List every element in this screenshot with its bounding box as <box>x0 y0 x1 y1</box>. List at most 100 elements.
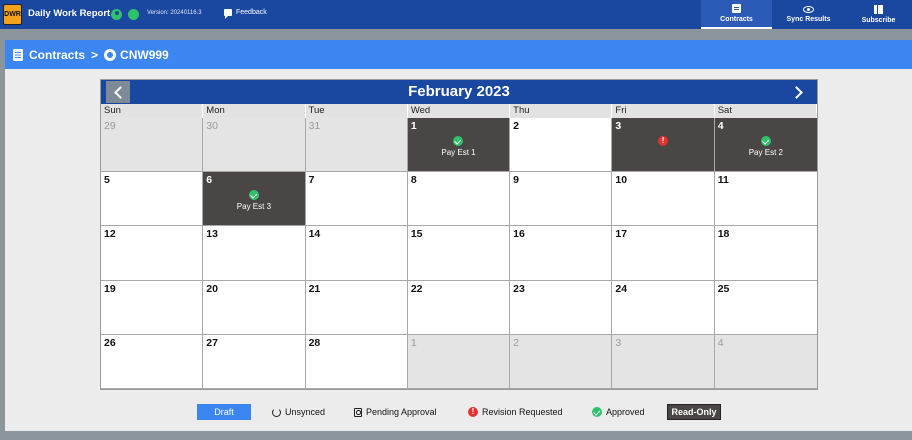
app-title: Daily Work Report <box>28 8 111 19</box>
status-legend: Draft Unsynced Pending Approval ! Revisi… <box>0 402 912 422</box>
day-number: 11 <box>717 174 729 187</box>
weekday-label: Wed <box>408 104 511 118</box>
day-number: 20 <box>206 282 218 295</box>
tab-sync-results[interactable]: Sync Results <box>772 0 845 29</box>
user-icon[interactable] <box>111 9 122 20</box>
calendar-day-cell[interactable]: 20 <box>203 280 306 335</box>
calendar-day-cell[interactable]: 19 <box>101 280 204 335</box>
legend-unsynced: Unsynced <box>272 404 325 420</box>
version-label: Version: 20240116.3 <box>147 10 202 16</box>
calendar-day-cell[interactable]: 9 <box>510 172 613 227</box>
legend-read-only: Read-Only <box>667 404 721 420</box>
day-number: 19 <box>104 282 116 295</box>
day-number: 12 <box>104 228 116 241</box>
day-number: 4 <box>717 336 724 349</box>
day-number: 4 <box>717 120 724 132</box>
breadcrumb-contracts-link[interactable]: Contracts <box>29 48 85 62</box>
day-number: 8 <box>410 174 417 187</box>
check-circle-icon <box>453 136 464 146</box>
feedback-link[interactable]: Feedback <box>224 9 267 19</box>
next-month-button[interactable] <box>787 81 809 103</box>
chevron-right-icon <box>789 85 803 99</box>
day-number: 18 <box>717 228 730 241</box>
calendar-day-cell[interactable]: 10 <box>612 172 715 227</box>
calendar-day-cell[interactable]: 12 <box>101 226 204 281</box>
calendar-day-cell[interactable]: 3! <box>612 118 715 173</box>
calendar-day-cell[interactable]: 22 <box>407 280 511 335</box>
day-number: 30 <box>206 120 218 132</box>
day-number: 7 <box>308 174 315 187</box>
calendar-day-cell[interactable]: 11 <box>714 172 817 227</box>
breadcrumb: Contracts > CNW999 <box>5 40 912 69</box>
calendar-day-cell[interactable]: 21 <box>305 280 408 335</box>
day-number: 27 <box>206 336 218 349</box>
legend-approved-label: Approved <box>606 407 645 417</box>
calendar-day-cell[interactable]: 25 <box>714 280 817 335</box>
app-logo: DWR <box>3 4 22 25</box>
document-icon <box>732 4 741 13</box>
calendar-day-cell[interactable]: 1 <box>407 334 511 389</box>
calendar-day-cell[interactable]: 4 <box>714 334 817 389</box>
check-circle-icon <box>760 136 771 146</box>
legend-draft: Draft <box>197 404 251 420</box>
calendar-day-cell[interactable]: 2 <box>510 334 613 389</box>
legend-unsynced-label: Unsynced <box>285 407 326 417</box>
sync-icon <box>272 407 281 417</box>
top-app-bar: DWR Daily Work Report Version: 20240116.… <box>0 0 912 29</box>
calendar-day-cell[interactable]: 6 Pay Est 3 <box>203 172 306 227</box>
day-number: 29 <box>104 120 116 132</box>
calendar-day-cell[interactable]: 4 Pay Est 2 <box>714 118 817 173</box>
day-number: 1 <box>410 120 417 132</box>
day-number: 17 <box>615 228 628 241</box>
legend-readonly-label: Read-Only <box>671 407 717 417</box>
legend-approved: Approved <box>592 404 645 420</box>
pending-review-icon <box>354 407 362 417</box>
connection-status-icon <box>128 9 139 20</box>
tab-contracts[interactable]: Contracts <box>701 0 772 29</box>
day-number: 14 <box>308 228 321 241</box>
calendar-day-cell[interactable]: 3 <box>612 334 715 389</box>
day-number: 3 <box>615 336 622 349</box>
calendar-day-cell[interactable]: 28 <box>305 334 408 389</box>
weekday-label: Mon <box>203 104 306 118</box>
legend-draft-label: Draft <box>214 407 234 417</box>
tab-contracts-label: Contracts <box>720 16 753 23</box>
calendar-day-cell[interactable]: 29 <box>101 118 204 173</box>
tab-sync-results-label: Sync Results <box>786 16 831 23</box>
pay-estimate-label: Pay Est 3 <box>236 202 272 212</box>
weekday-header-row: Sun Mon Tue Wed Thu Fri Sat <box>101 104 817 118</box>
pay-estimate-label: Pay Est 2 <box>748 148 783 157</box>
day-number: 24 <box>615 282 628 295</box>
calendar-day-cell[interactable]: 23 <box>510 280 613 335</box>
day-number: 28 <box>308 336 321 349</box>
calendar-day-cell[interactable]: 7 <box>305 172 408 227</box>
breadcrumb-current: CNW999 <box>120 47 169 62</box>
calendar-day-cell[interactable]: 27 <box>203 334 306 389</box>
calendar-day-cell[interactable]: 16 <box>510 226 613 281</box>
calendar-day-cell[interactable]: 8 <box>407 172 511 227</box>
calendar-day-cell[interactable]: 30 <box>203 118 306 173</box>
calendar-day-cell[interactable]: 26 <box>101 334 204 389</box>
month-title: February 2023 <box>408 83 510 100</box>
calendar-day-cell[interactable]: 31 <box>305 118 408 173</box>
calendar-day-cell[interactable]: 13 <box>203 226 306 281</box>
calendar-header: February 2023 <box>101 80 817 104</box>
calendar-day-cell[interactable]: 18 <box>714 226 817 281</box>
calendar-day-cell[interactable]: 1 Pay Est 1 <box>407 118 511 173</box>
calendar-day-cell[interactable]: 2 <box>510 118 613 173</box>
calendar-day-cell[interactable]: 15 <box>407 226 511 281</box>
chat-bubble-icon <box>224 9 232 19</box>
day-number: 10 <box>615 174 628 187</box>
day-number: 21 <box>308 282 321 295</box>
weekday-label: Fri <box>612 104 715 118</box>
tab-subscribe[interactable]: Subscribe <box>845 0 912 29</box>
calendar-day-cell[interactable]: 14 <box>305 226 408 281</box>
day-number: 26 <box>104 336 116 349</box>
day-number: 5 <box>104 174 110 187</box>
calendar-day-cell[interactable]: 17 <box>612 226 715 281</box>
calendar-day-cell[interactable]: 24 <box>612 280 715 335</box>
eye-icon <box>803 6 814 13</box>
legend-revision-label: Revision Requested <box>482 407 563 417</box>
calendar-day-cell[interactable]: 5 <box>101 172 204 227</box>
day-number: 22 <box>410 282 423 295</box>
